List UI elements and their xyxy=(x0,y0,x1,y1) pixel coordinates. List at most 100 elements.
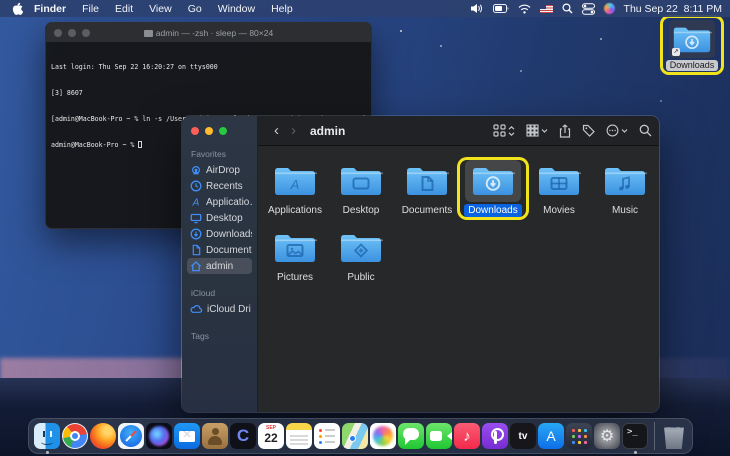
folder-downloads[interactable]: Downloads xyxy=(460,160,526,217)
dock-c-app-icon[interactable]: C xyxy=(230,423,256,449)
finder-traffic-lights[interactable] xyxy=(191,127,252,135)
dock-appletv-icon[interactable]: tv xyxy=(510,423,536,449)
share-icon[interactable] xyxy=(559,123,571,138)
folder-desktop[interactable]: Desktop xyxy=(328,160,394,217)
folder-public[interactable]: Public xyxy=(328,227,394,284)
folder-applications[interactable]: A Applications xyxy=(262,160,328,217)
dock-safari-icon[interactable] xyxy=(118,423,144,449)
dock-facetime-icon[interactable] xyxy=(426,423,452,449)
sidebar-item-admin[interactable]: admin xyxy=(187,258,252,274)
dock-reminders-icon[interactable] xyxy=(314,423,340,449)
menu-help[interactable]: Help xyxy=(263,3,301,15)
group-by-icon[interactable] xyxy=(526,124,548,137)
dock-maps-icon[interactable] xyxy=(342,423,368,449)
sidebar-item-desktop[interactable]: Desktop xyxy=(187,210,252,226)
dock-firefox-icon[interactable] xyxy=(90,423,116,449)
folder-label: Documents xyxy=(401,205,453,216)
terminal-cursor xyxy=(138,140,143,148)
sidebar-item-applications[interactable]: A Applicatio… xyxy=(187,194,252,210)
documents-folder-icon xyxy=(407,168,449,195)
dock-siri-icon[interactable] xyxy=(146,423,172,449)
dock-finder-icon[interactable] xyxy=(34,423,60,449)
menu-finder[interactable]: Finder xyxy=(26,3,74,15)
folder-label: Applications xyxy=(268,205,322,216)
terminal-window-title: admin — -zsh · sleep — 80×24 xyxy=(46,28,371,38)
close-icon[interactable] xyxy=(191,127,199,135)
control-center-icon[interactable] xyxy=(581,2,595,15)
dock-messages-icon[interactable] xyxy=(398,423,424,449)
pictures-folder-icon xyxy=(275,235,317,262)
terminal-title-bar[interactable]: admin — -zsh · sleep — 80×24 xyxy=(46,23,371,42)
sidebar-item-label: Downloads xyxy=(206,228,252,240)
c-app-glyph: C xyxy=(236,426,250,445)
dock-calendar-icon[interactable]: SEP 22 xyxy=(258,423,284,449)
forward-icon[interactable]: › xyxy=(285,123,302,138)
dock-settings-icon[interactable]: ⚙ xyxy=(594,423,620,449)
sidebar-item-recents[interactable]: Recents xyxy=(187,178,252,194)
dock-podcasts-icon[interactable] xyxy=(482,423,508,449)
folder-label: Music xyxy=(611,205,639,216)
menu-edit[interactable]: Edit xyxy=(107,3,141,15)
volume-icon[interactable] xyxy=(470,3,484,14)
folder-pictures[interactable]: Pictures xyxy=(262,227,328,284)
siri-icon[interactable] xyxy=(603,3,615,14)
desktop-downloads-alias[interactable]: ↗ xyxy=(669,20,715,58)
dock-chrome-icon[interactable] xyxy=(62,423,88,449)
minimize-icon[interactable] xyxy=(205,127,213,135)
finder-window[interactable]: Favorites AirDrop Recents A Applicatio… … xyxy=(181,115,660,413)
menu-bar-clock[interactable]: Thu Sep 22 8:11 PM xyxy=(624,3,722,15)
dock-mail-icon[interactable] xyxy=(174,423,200,449)
sidebar-item-icloud-drive[interactable]: iCloud Dri… xyxy=(187,301,252,317)
sidebar-section-tags: Tags xyxy=(191,331,209,341)
folder-label: Public xyxy=(347,272,375,283)
finder-sidebar: Favorites AirDrop Recents A Applicatio… … xyxy=(182,116,258,412)
dock-launchpad-icon[interactable] xyxy=(566,423,592,449)
dock-music-icon[interactable]: ♪ xyxy=(454,423,480,449)
dock-notes-icon[interactable] xyxy=(286,423,312,449)
search-icon[interactable] xyxy=(639,124,652,137)
more-actions-icon[interactable] xyxy=(606,124,628,137)
wifi-icon[interactable] xyxy=(518,4,531,14)
spotlight-icon[interactable] xyxy=(562,3,573,14)
sidebar-item-airdrop[interactable]: AirDrop xyxy=(187,162,252,178)
airdrop-icon xyxy=(191,165,201,175)
sidebar-section-icloud: iCloud xyxy=(191,288,216,298)
applications-folder-icon: A xyxy=(275,168,317,195)
sidebar-item-label: admin xyxy=(206,260,234,272)
terminal-line: Last login: Thu Sep 22 16:20:27 on ttys0… xyxy=(51,63,218,72)
sidebar-item-label: Documents xyxy=(206,244,252,256)
finder-content-area[interactable]: A Applications Desktop Documents Downloa… xyxy=(258,146,659,412)
menu-window[interactable]: Window xyxy=(210,3,263,15)
gear-glyph: ⚙ xyxy=(599,428,615,445)
folder-proxy-icon xyxy=(143,29,153,37)
folder-movies[interactable]: Movies xyxy=(526,160,592,217)
dock-trash-icon[interactable] xyxy=(664,427,684,449)
dock-contacts-icon[interactable] xyxy=(202,423,228,449)
folder-documents[interactable]: Documents xyxy=(394,160,460,217)
menu-view[interactable]: View xyxy=(141,3,180,15)
menu-go[interactable]: Go xyxy=(180,3,210,15)
desktop-downloads-alias-highlight: ↗ Downloads xyxy=(660,15,724,75)
folder-music[interactable]: Music xyxy=(592,160,658,217)
sidebar-item-label: iCloud Dri… xyxy=(207,303,252,315)
finder-window-title: admin xyxy=(310,123,346,138)
music-note-glyph: ♪ xyxy=(463,427,471,445)
dock-appstore-icon[interactable]: A xyxy=(538,423,564,449)
input-source-flag-icon[interactable] xyxy=(539,4,553,13)
back-icon[interactable]: ‹ xyxy=(268,123,285,138)
dock-terminal-icon[interactable]: >_ xyxy=(622,423,648,449)
folder-grid: A Applications Desktop Documents Downloa… xyxy=(262,160,659,294)
battery-icon[interactable] xyxy=(492,4,509,13)
view-switcher-icon[interactable] xyxy=(493,124,515,137)
dock-photos-icon[interactable] xyxy=(370,423,396,449)
sidebar-item-downloads[interactable]: Downloads xyxy=(187,226,252,242)
terminal-glyph: >_ xyxy=(627,427,638,437)
documents-icon xyxy=(192,244,201,256)
zoom-icon[interactable] xyxy=(219,127,227,135)
tag-icon[interactable] xyxy=(582,124,595,137)
menu-file[interactable]: File xyxy=(74,3,107,15)
apple-menu[interactable] xyxy=(8,2,26,15)
sidebar-item-documents[interactable]: Documents xyxy=(187,242,252,258)
wallpaper-stars xyxy=(400,30,402,32)
svg-text:A: A xyxy=(290,177,300,192)
